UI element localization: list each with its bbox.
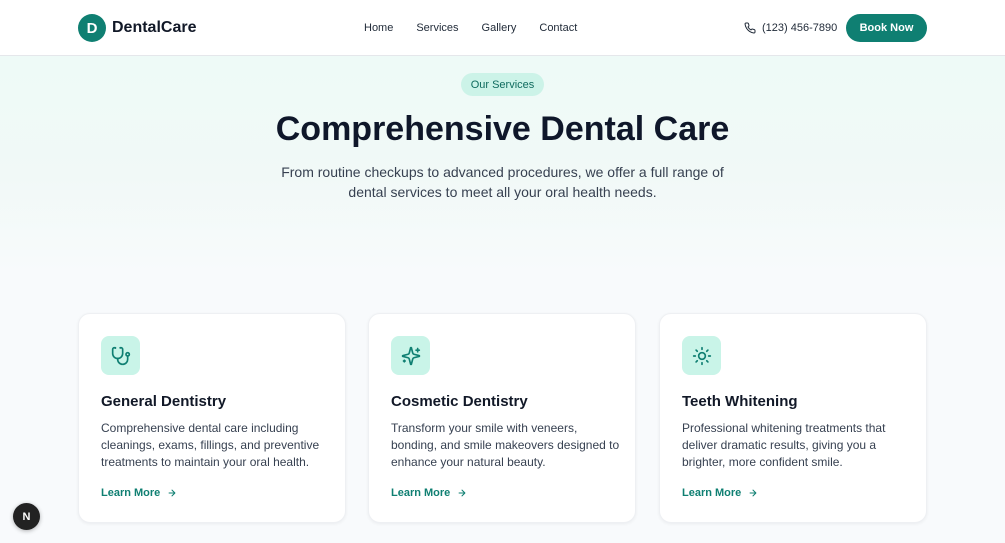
arrow-right-icon bbox=[749, 489, 757, 497]
learn-more-link[interactable]: Learn More bbox=[391, 487, 467, 499]
card-title: Cosmetic Dentistry bbox=[391, 393, 528, 410]
learn-more-link[interactable]: Learn More bbox=[682, 487, 758, 499]
dev-tools-badge[interactable]: N bbox=[13, 503, 40, 530]
logo[interactable]: D DentalCare bbox=[78, 14, 196, 42]
nav-link-contact[interactable]: Contact bbox=[539, 21, 577, 35]
learn-more-link[interactable]: Learn More bbox=[101, 487, 177, 499]
learn-more-label: Learn More bbox=[391, 487, 451, 499]
card-description: Professional whitening treatments that d… bbox=[682, 421, 886, 469]
learn-more-label: Learn More bbox=[682, 487, 742, 499]
services-badge: Our Services bbox=[461, 73, 544, 96]
card-title: General Dentistry bbox=[101, 393, 227, 410]
logo-text: DentalCare bbox=[112, 19, 197, 36]
service-card-cosmetic: Cosmetic Dentistry Transform your smile … bbox=[368, 313, 636, 523]
phone-number: (123) 456-7890 bbox=[762, 22, 838, 34]
arrow-right-icon bbox=[458, 489, 466, 497]
phone-icon bbox=[744, 22, 756, 34]
service-card-whitening: Teeth Whitening Professional whitening t… bbox=[659, 313, 927, 523]
card-description: Comprehensive dental care including clea… bbox=[101, 421, 320, 469]
main-nav: Home Services Gallery Contact bbox=[364, 21, 600, 35]
sun-icon bbox=[692, 346, 711, 365]
arrow-right-icon bbox=[168, 489, 176, 497]
logo-mark: D bbox=[78, 14, 106, 42]
stethoscope-icon bbox=[111, 346, 130, 365]
nav-link-home[interactable]: Home bbox=[364, 21, 393, 35]
service-card-general: General Dentistry Comprehensive dental c… bbox=[78, 313, 346, 523]
phone-contact[interactable]: (123) 456-7890 bbox=[744, 21, 837, 35]
card-description: Transform your smile with veneers, bondi… bbox=[391, 421, 620, 469]
hero-subtitle: From routine checkups to advanced proced… bbox=[281, 164, 724, 200]
sparkles-icon bbox=[401, 346, 420, 365]
card-icon-box bbox=[391, 336, 430, 375]
card-icon-box bbox=[682, 336, 721, 375]
page-title: Comprehensive Dental Care bbox=[275, 110, 730, 148]
card-title: Teeth Whitening bbox=[682, 393, 798, 410]
learn-more-label: Learn More bbox=[101, 487, 161, 499]
book-now-button[interactable]: Book Now bbox=[846, 14, 927, 42]
card-icon-box bbox=[101, 336, 140, 375]
nav-link-services[interactable]: Services bbox=[416, 21, 458, 35]
nav-link-gallery[interactable]: Gallery bbox=[482, 21, 517, 35]
site-header: D DentalCare Home Services Gallery Conta… bbox=[0, 0, 1005, 56]
